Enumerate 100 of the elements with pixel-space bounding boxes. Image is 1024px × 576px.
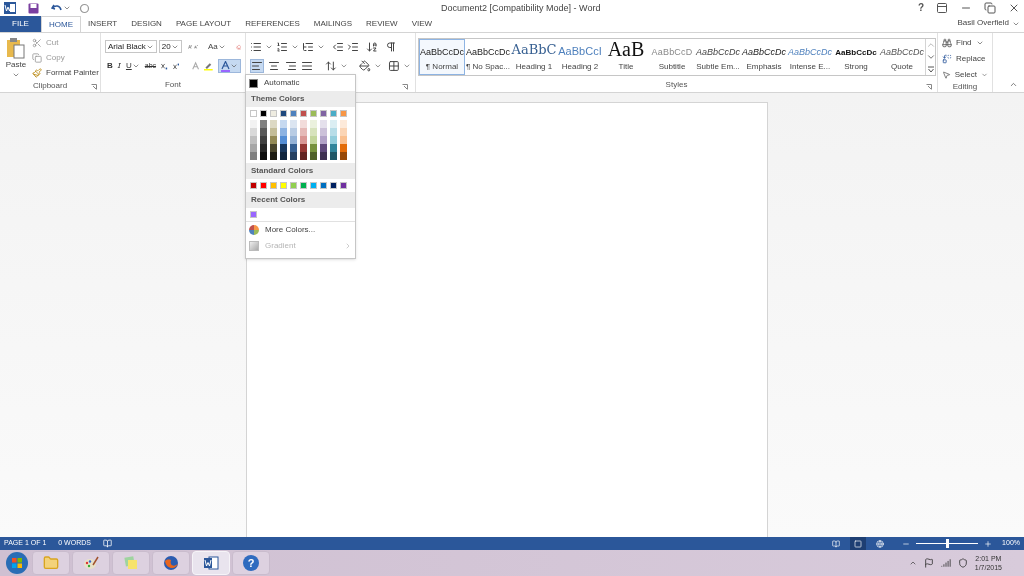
sort-icon[interactable] xyxy=(366,40,378,53)
color-swatch[interactable] xyxy=(280,110,287,117)
color-swatch[interactable] xyxy=(250,120,257,128)
color-swatch[interactable] xyxy=(320,110,327,117)
color-swatch[interactable] xyxy=(260,128,267,136)
color-swatch[interactable] xyxy=(260,110,267,117)
color-swatch[interactable] xyxy=(290,152,297,160)
taskbar-button[interactable] xyxy=(152,551,190,575)
color-swatch[interactable] xyxy=(260,152,267,160)
color-swatch[interactable] xyxy=(340,182,347,189)
bold-button[interactable]: B xyxy=(107,60,113,72)
show-formatting-icon[interactable] xyxy=(385,40,397,53)
align-button[interactable] xyxy=(300,59,315,73)
color-swatch[interactable] xyxy=(250,144,257,152)
color-swatch[interactable] xyxy=(340,110,347,117)
align-button[interactable] xyxy=(250,59,264,73)
format-painter-button[interactable]: Format Painter xyxy=(32,67,99,79)
text-effects-icon[interactable] xyxy=(192,61,200,71)
color-swatch[interactable] xyxy=(290,136,297,144)
color-swatch[interactable] xyxy=(270,182,277,189)
color-swatch[interactable] xyxy=(270,110,277,117)
font-name-field[interactable]: Arial Black xyxy=(105,40,157,53)
color-swatch[interactable] xyxy=(340,128,347,136)
color-swatch[interactable] xyxy=(320,144,327,152)
ribbon-tab[interactable]: VIEW xyxy=(404,16,440,32)
color-swatch[interactable] xyxy=(290,110,297,117)
color-swatch[interactable] xyxy=(260,144,267,152)
replace-button[interactable]: Replace xyxy=(942,53,988,65)
ribbon-tab[interactable]: HOME xyxy=(41,16,81,32)
action-center-icon[interactable] xyxy=(923,558,934,568)
color-swatch[interactable] xyxy=(310,182,317,189)
color-swatch[interactable] xyxy=(320,120,327,128)
automatic-color-option[interactable]: Automatic xyxy=(246,75,355,91)
color-swatch[interactable] xyxy=(310,136,317,144)
color-swatch[interactable] xyxy=(320,136,327,144)
zoom-in-icon[interactable] xyxy=(984,539,993,548)
redo-icon[interactable] xyxy=(79,2,90,14)
color-swatch[interactable] xyxy=(340,152,347,160)
numbering-icon[interactable] xyxy=(276,40,288,53)
style-item[interactable]: AaBbCcDc Subtle Em... xyxy=(695,39,741,75)
change-case-button[interactable]: Aa xyxy=(208,40,226,53)
color-swatch[interactable] xyxy=(330,128,337,136)
color-swatch[interactable] xyxy=(300,144,307,152)
select-button[interactable]: Select xyxy=(942,69,988,81)
decrease-indent-icon[interactable] xyxy=(332,40,344,53)
borders-icon[interactable] xyxy=(388,60,401,72)
color-swatch[interactable] xyxy=(280,182,287,189)
ribbon-display-icon[interactable] xyxy=(936,2,948,14)
color-swatch[interactable] xyxy=(270,128,277,136)
color-swatch[interactable] xyxy=(310,120,317,128)
superscript-icon[interactable] xyxy=(172,61,180,71)
ribbon-tab[interactable]: MAILINGS xyxy=(306,16,360,32)
style-item[interactable]: AaB Title xyxy=(603,39,649,75)
dialog-launcher-icon[interactable] xyxy=(91,84,97,90)
style-item[interactable]: AaBbCcDc Strong xyxy=(833,39,879,75)
color-swatch[interactable] xyxy=(320,152,327,160)
color-swatch[interactable] xyxy=(260,120,267,128)
dialog-launcher-icon[interactable] xyxy=(402,84,408,90)
line-spacing-icon[interactable] xyxy=(325,60,337,72)
shading-icon[interactable] xyxy=(358,60,371,72)
color-swatch[interactable] xyxy=(250,128,257,136)
color-swatch[interactable] xyxy=(300,152,307,160)
color-swatch[interactable] xyxy=(330,144,337,152)
color-swatch[interactable] xyxy=(280,128,287,136)
ribbon-tab[interactable]: REVIEW xyxy=(359,16,405,32)
color-swatch[interactable] xyxy=(250,152,257,160)
color-swatch[interactable] xyxy=(310,128,317,136)
security-icon[interactable] xyxy=(957,558,968,568)
italic-button[interactable]: I xyxy=(117,60,121,72)
color-swatch[interactable] xyxy=(330,120,337,128)
increase-indent-icon[interactable] xyxy=(347,40,359,53)
more-colors-option[interactable]: More Colors... xyxy=(246,222,355,238)
color-swatch[interactable] xyxy=(330,110,337,117)
ribbon-tab[interactable]: REFERENCES xyxy=(238,16,307,32)
color-swatch[interactable] xyxy=(280,136,287,144)
style-item[interactable]: AaBbCcDc Quote xyxy=(879,39,925,75)
underline-button[interactable]: U xyxy=(125,60,140,72)
bullets-icon[interactable] xyxy=(250,40,262,53)
style-item[interactable]: AaBbCcDc ¶ No Spac... xyxy=(465,39,511,75)
start-button[interactable] xyxy=(4,551,30,575)
color-swatch[interactable] xyxy=(300,182,307,189)
color-swatch[interactable] xyxy=(280,152,287,160)
style-item[interactable]: AaBbCcD Subtitle xyxy=(649,39,695,75)
color-swatch[interactable] xyxy=(270,120,277,128)
color-swatch[interactable] xyxy=(270,144,277,152)
color-swatch[interactable] xyxy=(310,110,317,117)
color-swatch[interactable] xyxy=(330,182,337,189)
color-swatch[interactable] xyxy=(290,128,297,136)
style-item[interactable]: AaBbC Heading 1 xyxy=(511,39,557,75)
color-swatch[interactable] xyxy=(330,152,337,160)
file-tab[interactable]: FILE xyxy=(0,16,41,32)
ribbon-tab[interactable]: PAGE LAYOUT xyxy=(168,16,239,32)
zoom-thumb[interactable] xyxy=(946,539,950,548)
color-swatch[interactable] xyxy=(290,182,297,189)
color-swatch[interactable] xyxy=(310,144,317,152)
style-item[interactable]: AaBbCcDc Emphasis xyxy=(741,39,787,75)
color-swatch[interactable] xyxy=(320,128,327,136)
color-swatch[interactable] xyxy=(340,136,347,144)
restore-icon[interactable] xyxy=(984,2,996,14)
ribbon-tab[interactable]: INSERT xyxy=(81,16,125,32)
